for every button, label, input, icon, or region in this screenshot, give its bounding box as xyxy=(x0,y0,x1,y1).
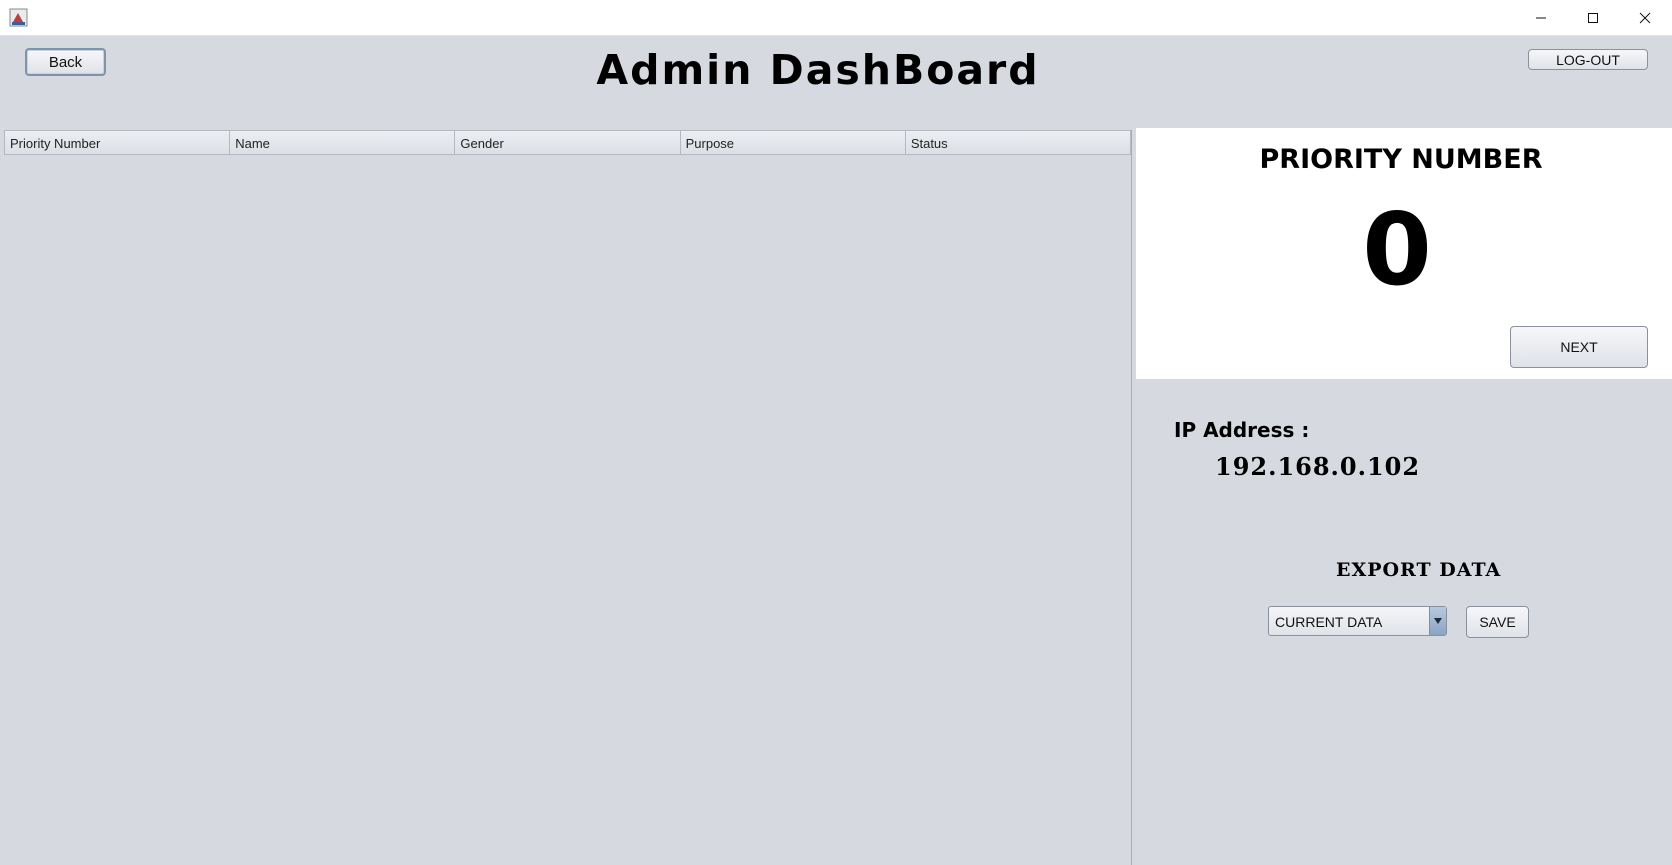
next-button[interactable]: NEXT xyxy=(1510,326,1648,368)
table-header: Priority Number Name Gender Purpose Stat… xyxy=(4,130,1131,155)
minimize-icon xyxy=(1536,17,1546,18)
minimize-button[interactable] xyxy=(1516,0,1566,35)
close-icon xyxy=(1639,12,1651,23)
priority-number-card: PRIORITY NUMBER 0 NEXT xyxy=(1136,128,1672,379)
priority-number-title: PRIORITY NUMBER xyxy=(1259,144,1543,175)
export-data-selected-value: CURRENT DATA xyxy=(1275,614,1383,630)
title-bar xyxy=(0,0,1672,36)
logout-button[interactable]: LOG-OUT xyxy=(1528,49,1648,70)
ip-address-label: IP Address : xyxy=(1174,418,1310,442)
save-button[interactable]: SAVE xyxy=(1466,606,1529,638)
column-header-status[interactable]: Status xyxy=(906,131,1130,154)
export-data-select[interactable]: CURRENT DATA xyxy=(1268,606,1447,636)
priority-number-value: 0 xyxy=(1362,191,1432,308)
java-app-icon xyxy=(9,8,28,27)
ip-address-value: 192.168.0.102 xyxy=(1215,452,1421,481)
close-button[interactable] xyxy=(1620,0,1670,35)
maximize-icon xyxy=(1588,12,1598,23)
page-title: Admin DashBoard xyxy=(596,46,1040,94)
dashboard-content: Back Admin DashBoard LOG-OUT Priority Nu… xyxy=(0,36,1672,865)
column-header-priority-number[interactable]: Priority Number xyxy=(5,131,231,154)
export-data-title: EXPORT DATA xyxy=(1336,559,1502,581)
column-header-name[interactable]: Name xyxy=(230,131,456,154)
column-header-gender[interactable]: Gender xyxy=(455,131,681,154)
maximize-button[interactable] xyxy=(1568,0,1618,35)
right-panel: PRIORITY NUMBER 0 NEXT IP Address : 192.… xyxy=(1136,128,1672,865)
chevron-down-icon[interactable] xyxy=(1429,607,1446,635)
table-body[interactable] xyxy=(4,155,1131,865)
queue-table[interactable]: Priority Number Name Gender Purpose Stat… xyxy=(4,130,1132,865)
column-header-purpose[interactable]: Purpose xyxy=(681,131,906,154)
